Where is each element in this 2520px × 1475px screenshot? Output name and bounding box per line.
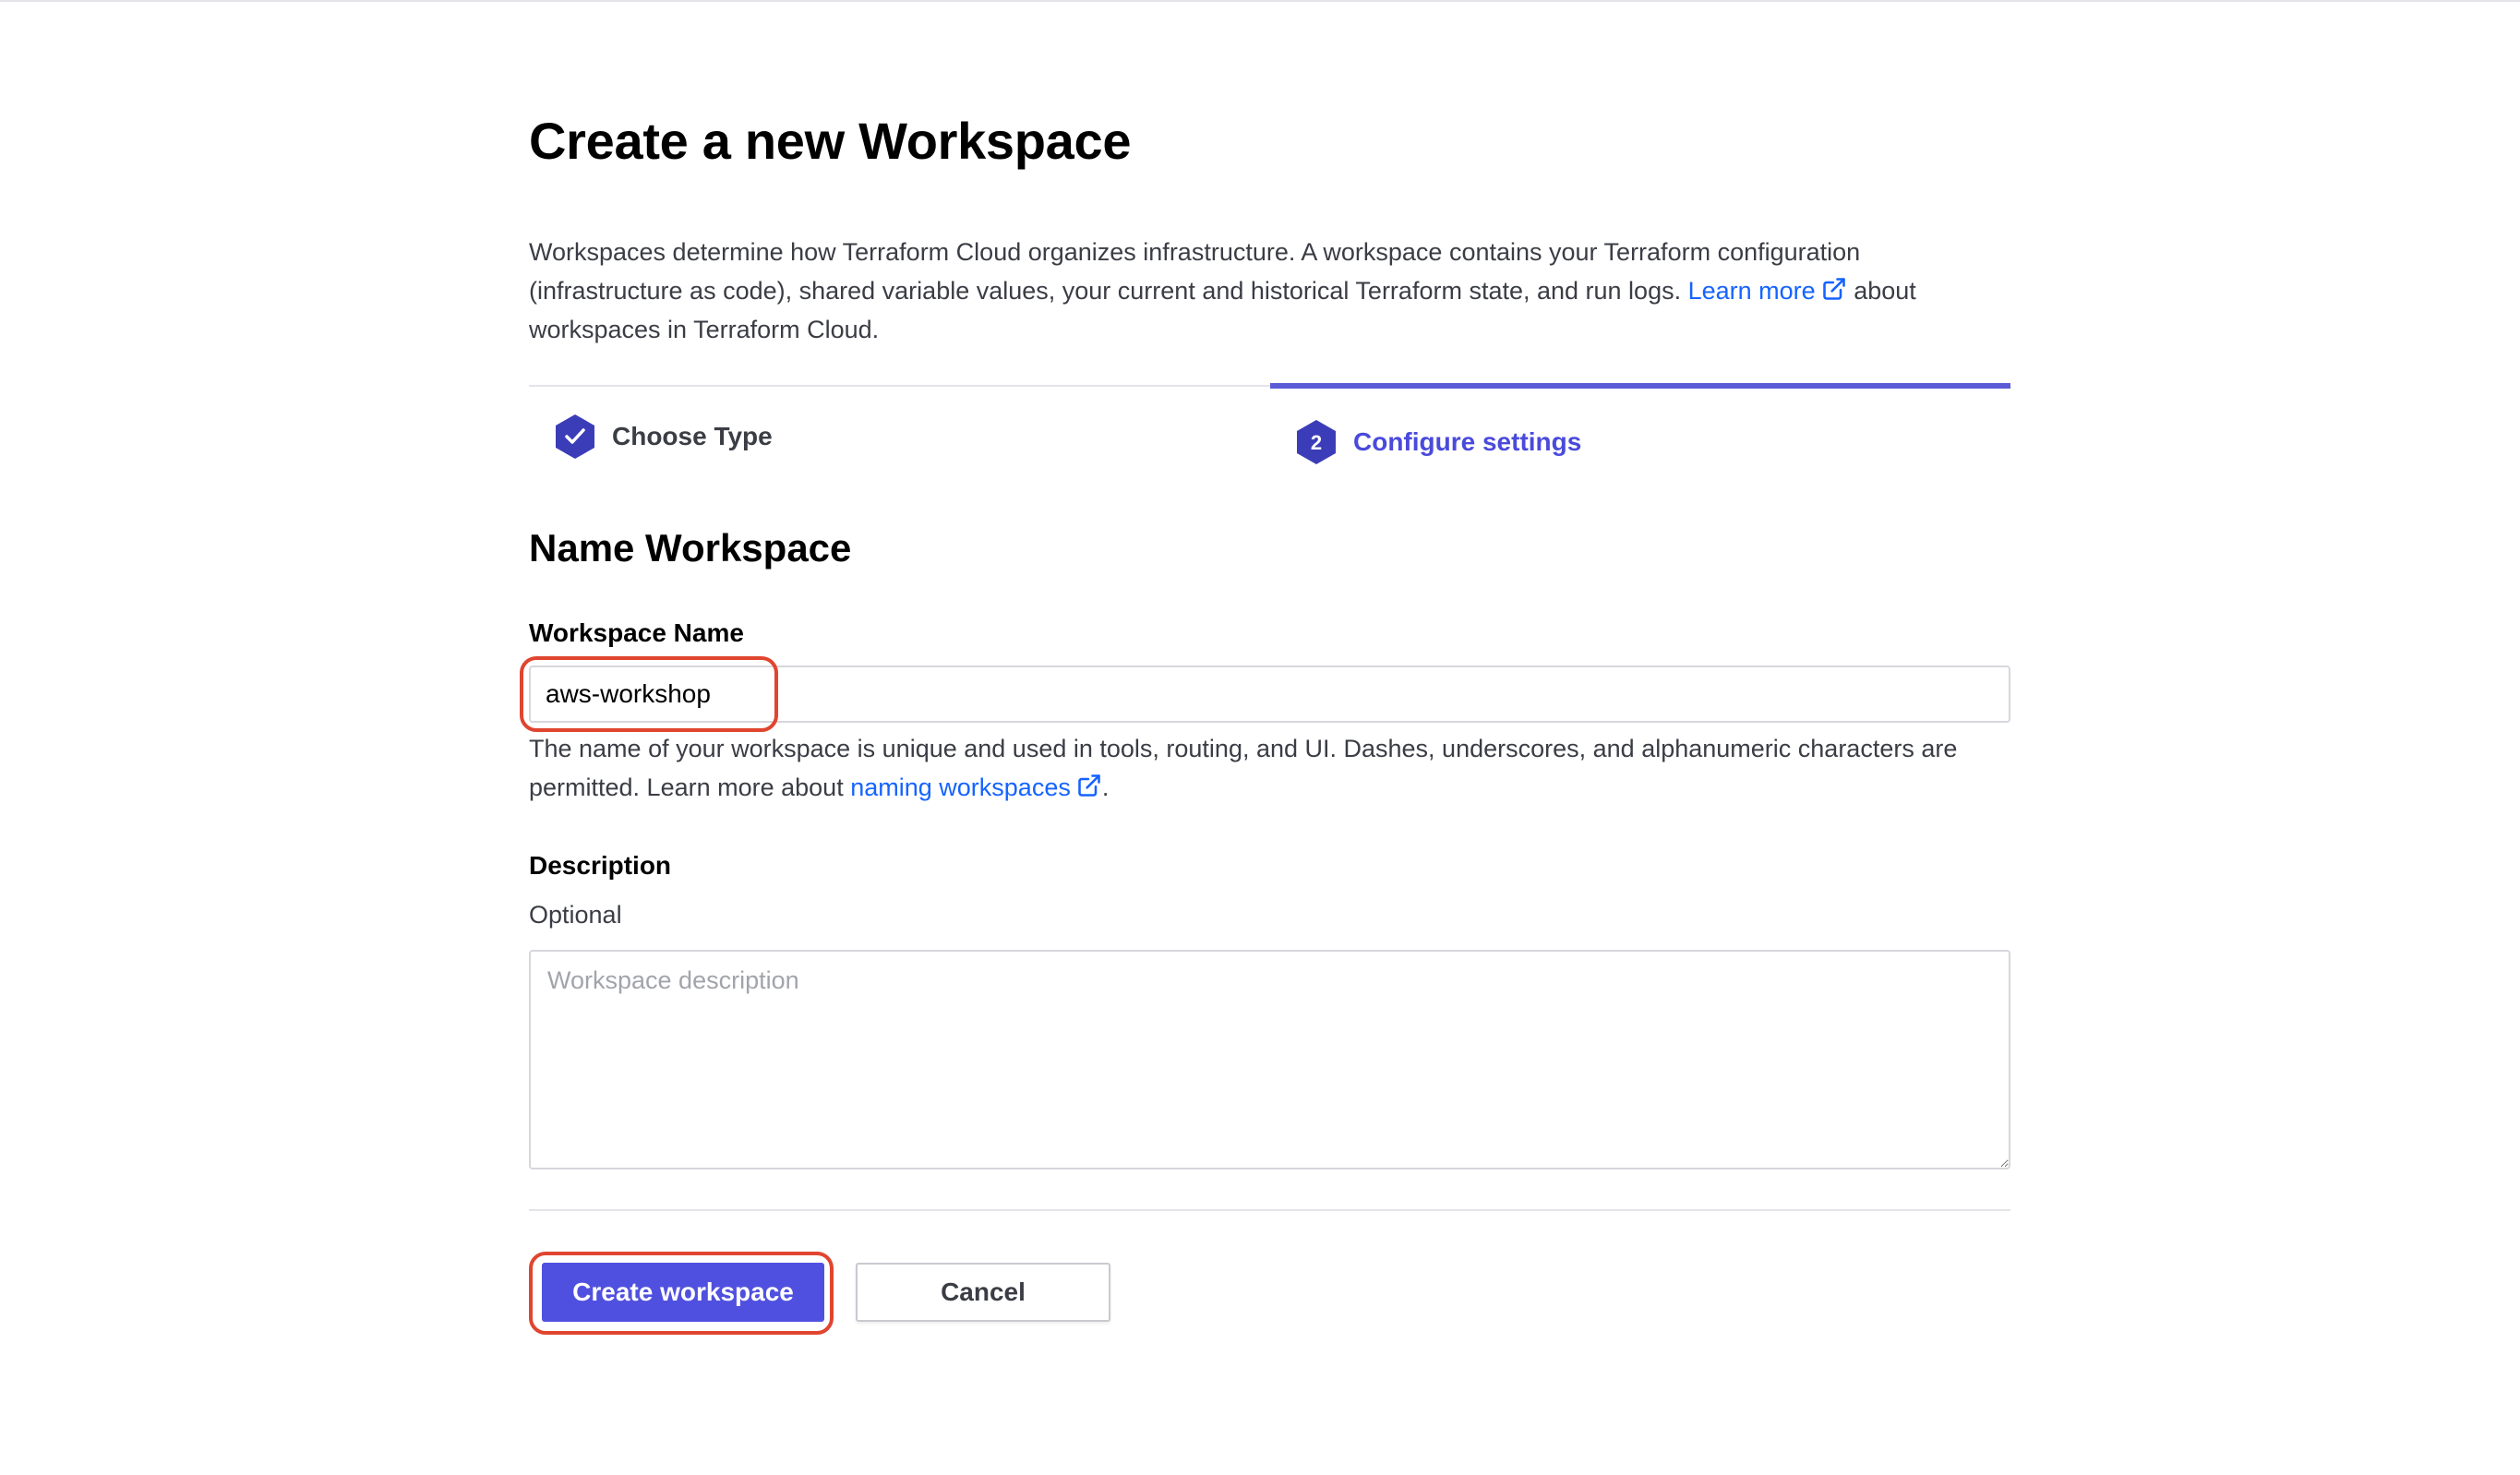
workspace-name-label: Workspace Name <box>529 618 744 647</box>
external-link-icon <box>1822 278 1845 300</box>
section-title: Name Workspace <box>529 526 852 570</box>
workspace-name-wrapper <box>529 666 2010 723</box>
naming-workspaces-link[interactable]: naming workspaces <box>850 773 1102 801</box>
create-workspace-button[interactable]: Create workspace <box>542 1263 824 1322</box>
wizard-steps: Choose Type 2 Configure settings <box>529 383 2010 490</box>
page-title: Create a new Workspace <box>529 112 1132 170</box>
intro-paragraph: Workspaces determine how Terraform Cloud… <box>529 233 2010 349</box>
description-textarea[interactable] <box>529 950 2010 1169</box>
check-icon <box>556 414 594 459</box>
description-optional-hint: Optional <box>529 901 622 929</box>
external-link-icon <box>1078 774 1100 797</box>
svg-text:2: 2 <box>1311 431 1322 454</box>
workspace-name-help-end: . <box>1101 773 1110 801</box>
cancel-button[interactable]: Cancel <box>856 1263 1110 1322</box>
naming-workspaces-link-text: naming workspaces <box>850 773 1071 801</box>
description-label: Description <box>529 851 672 880</box>
learn-more-link-text: Learn more <box>1687 277 1816 305</box>
step-number-badge: 2 <box>1297 420 1336 464</box>
step-label-choose-type: Choose Type <box>612 422 773 450</box>
top-border <box>0 0 2520 2</box>
workspace-name-input[interactable] <box>529 666 2010 723</box>
intro-text: Workspaces determine how Terraform Cloud… <box>529 238 1861 305</box>
workspace-name-help: The name of your workspace is unique and… <box>529 729 2010 807</box>
workspace-name-help-text: The name of your workspace is unique and… <box>529 735 1958 801</box>
step-label-configure-settings: Configure settings <box>1353 427 1582 456</box>
learn-more-link[interactable]: Learn more <box>1688 277 1847 305</box>
step-choose-type[interactable]: Choose Type <box>529 387 1269 488</box>
step-configure-settings[interactable]: 2 Configure settings <box>1270 383 2010 490</box>
form-divider <box>529 1209 2010 1211</box>
